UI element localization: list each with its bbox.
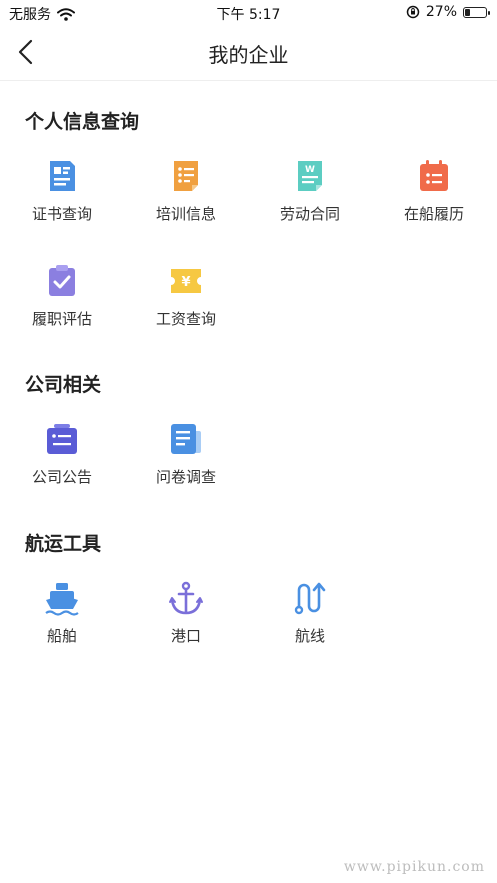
- status-right: 27%: [406, 4, 490, 20]
- grid-item-label: 航线: [294, 627, 325, 645]
- section-title-shipping: 航运工具: [25, 533, 102, 555]
- grid-item-label: 证书查询: [31, 205, 92, 223]
- training-icon: [174, 161, 198, 191]
- grid-item-performance[interactable]: 履职评估: [0, 263, 124, 343]
- grid-item-port[interactable]: 港口: [124, 580, 248, 660]
- grid-item-label: 船舶: [46, 627, 77, 645]
- grid-item-label: 履职评估: [31, 310, 92, 328]
- clipboard-check-icon: [49, 265, 75, 296]
- watermark: www.pipikun.com: [343, 859, 485, 875]
- svg-text:W: W: [305, 165, 315, 175]
- grid-item-route[interactable]: 航线: [248, 580, 372, 660]
- battery-icon: [463, 6, 490, 18]
- survey-icon: [171, 424, 201, 454]
- route-icon: [294, 582, 326, 615]
- battery-percent: 27%: [425, 4, 457, 20]
- calendar-icon: [420, 160, 448, 191]
- grid-item-label: 港口: [170, 627, 201, 645]
- section-title-personal: 个人信息查询: [25, 111, 140, 133]
- grid-item-label: 公司公告: [31, 468, 92, 486]
- grid-item-survey[interactable]: 问卷调查: [124, 421, 248, 501]
- certificate-icon: [50, 161, 75, 191]
- grid-item-label: 在船履历: [403, 205, 464, 223]
- contract-icon: W: [298, 161, 322, 191]
- salary-ticket-icon: ¥: [171, 269, 201, 293]
- grid-item-label: 劳动合同: [279, 205, 340, 223]
- grid-item-label: 问卷调查: [155, 468, 216, 486]
- svg-text:¥: ¥: [181, 275, 190, 290]
- grid-item-label: 培训信息: [155, 205, 216, 223]
- grid-item-onboard-record[interactable]: 在船履历: [372, 158, 496, 238]
- rotation-lock-icon: [406, 5, 420, 19]
- grid-item-contract[interactable]: W 劳动合同: [248, 158, 372, 238]
- grid-item-salary[interactable]: ¥ 工资查询: [124, 263, 248, 343]
- announcement-icon: [47, 424, 77, 454]
- nav-bar: 我的企业: [0, 24, 497, 81]
- grid-item-ship[interactable]: 船舶: [0, 580, 124, 660]
- anchor-icon: [169, 581, 203, 615]
- status-bar: 无服务 下午 5:17 27%: [0, 0, 497, 24]
- ship-icon: [45, 583, 79, 616]
- grid-item-training[interactable]: 培训信息: [124, 158, 248, 238]
- grid-item-announcement[interactable]: 公司公告: [0, 421, 124, 501]
- page-title: 我的企业: [208, 43, 289, 67]
- section-title-company: 公司相关: [25, 374, 102, 396]
- grid-item-label: 工资查询: [155, 310, 216, 328]
- grid-item-certificate[interactable]: 证书查询: [0, 158, 124, 238]
